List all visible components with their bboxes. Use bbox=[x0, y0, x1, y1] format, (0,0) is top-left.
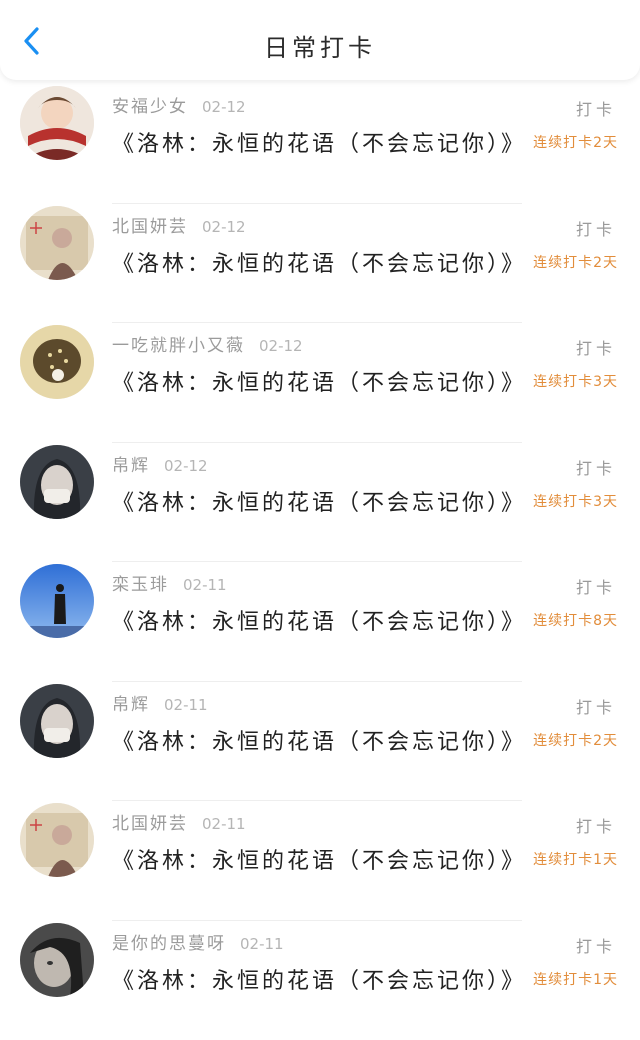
checkin-label: 打卡 bbox=[576, 335, 616, 359]
book-title: 《洛林：永恒的花语（不会忘记你）》 bbox=[112, 604, 526, 636]
checkin-label: 打卡 bbox=[576, 813, 616, 837]
list-item[interactable]: 北国妍芸02-12 《洛林：永恒的花语（不会忘记你）》 打卡 连续打卡2天 bbox=[0, 204, 640, 324]
avatar[interactable] bbox=[20, 803, 94, 877]
checkin-list: 安福少女02-12 《洛林：永恒的花语（不会忘记你）》 打卡 连续打卡2天 北国… bbox=[0, 84, 640, 1040]
page-title: 日常打卡 bbox=[0, 28, 640, 63]
user-name: 安福少女02-12 bbox=[112, 92, 246, 117]
streak-label: 连续打卡8天 bbox=[533, 610, 618, 630]
checkin-date: 02-11 bbox=[164, 696, 208, 714]
list-item[interactable]: 北国妍芸02-11 《洛林：永恒的花语（不会忘记你）》 打卡 连续打卡1天 bbox=[0, 801, 640, 921]
checkin-label: 打卡 bbox=[576, 933, 616, 957]
book-title: 《洛林：永恒的花语（不会忘记你）》 bbox=[112, 126, 526, 158]
avatar[interactable] bbox=[20, 86, 94, 160]
user-name: 北国妍芸02-11 bbox=[112, 809, 246, 834]
streak-label: 连续打卡2天 bbox=[533, 252, 618, 272]
checkin-label: 打卡 bbox=[576, 574, 616, 598]
book-title: 《洛林：永恒的花语（不会忘记你）》 bbox=[112, 963, 526, 995]
avatar[interactable] bbox=[20, 564, 94, 638]
checkin-date: 02-12 bbox=[202, 98, 246, 116]
book-title: 《洛林：永恒的花语（不会忘记你）》 bbox=[112, 365, 526, 397]
avatar[interactable] bbox=[20, 923, 94, 997]
streak-label: 连续打卡2天 bbox=[533, 730, 618, 750]
avatar[interactable] bbox=[20, 445, 94, 519]
list-item[interactable]: 是你的思蔓呀02-11 《洛林：永恒的花语（不会忘记你）》 打卡 连续打卡1天 bbox=[0, 921, 640, 1040]
checkin-date: 02-12 bbox=[202, 218, 246, 236]
streak-label: 连续打卡3天 bbox=[533, 491, 618, 511]
user-name: 帛辉02-12 bbox=[112, 451, 208, 476]
book-title: 《洛林：永恒的花语（不会忘记你）》 bbox=[112, 843, 526, 875]
list-item[interactable]: 帛辉02-11 《洛林：永恒的花语（不会忘记你）》 打卡 连续打卡2天 bbox=[0, 682, 640, 802]
streak-label: 连续打卡1天 bbox=[533, 849, 618, 869]
list-item[interactable]: 帛辉02-12 《洛林：永恒的花语（不会忘记你）》 打卡 连续打卡3天 bbox=[0, 443, 640, 563]
top-bar: 日常打卡 bbox=[0, 0, 640, 80]
checkin-date: 02-11 bbox=[183, 576, 227, 594]
user-name: 是你的思蔓呀02-11 bbox=[112, 929, 284, 954]
streak-label: 连续打卡1天 bbox=[533, 969, 618, 989]
avatar[interactable] bbox=[20, 684, 94, 758]
user-name: 北国妍芸02-12 bbox=[112, 212, 246, 237]
checkin-label: 打卡 bbox=[576, 96, 616, 120]
list-item[interactable]: 安福少女02-12 《洛林：永恒的花语（不会忘记你）》 打卡 连续打卡2天 bbox=[0, 84, 640, 204]
streak-label: 连续打卡2天 bbox=[533, 132, 618, 152]
avatar[interactable] bbox=[20, 325, 94, 399]
user-name: 一吃就胖小又薇02-12 bbox=[112, 331, 303, 356]
book-title: 《洛林：永恒的花语（不会忘记你）》 bbox=[112, 246, 526, 278]
checkin-label: 打卡 bbox=[576, 694, 616, 718]
checkin-label: 打卡 bbox=[576, 216, 616, 240]
list-item[interactable]: 栾玉琲02-11 《洛林：永恒的花语（不会忘记你）》 打卡 连续打卡8天 bbox=[0, 562, 640, 682]
checkin-label: 打卡 bbox=[576, 455, 616, 479]
checkin-date: 02-12 bbox=[259, 337, 303, 355]
checkin-date: 02-11 bbox=[240, 935, 284, 953]
user-name: 栾玉琲02-11 bbox=[112, 570, 227, 595]
user-name: 帛辉02-11 bbox=[112, 690, 208, 715]
checkin-date: 02-11 bbox=[202, 815, 246, 833]
streak-label: 连续打卡3天 bbox=[533, 371, 618, 391]
book-title: 《洛林：永恒的花语（不会忘记你）》 bbox=[112, 724, 526, 756]
checkin-date: 02-12 bbox=[164, 457, 208, 475]
list-item[interactable]: 一吃就胖小又薇02-12 《洛林：永恒的花语（不会忘记你）》 打卡 连续打卡3天 bbox=[0, 323, 640, 443]
avatar[interactable] bbox=[20, 206, 94, 280]
book-title: 《洛林：永恒的花语（不会忘记你）》 bbox=[112, 485, 526, 517]
